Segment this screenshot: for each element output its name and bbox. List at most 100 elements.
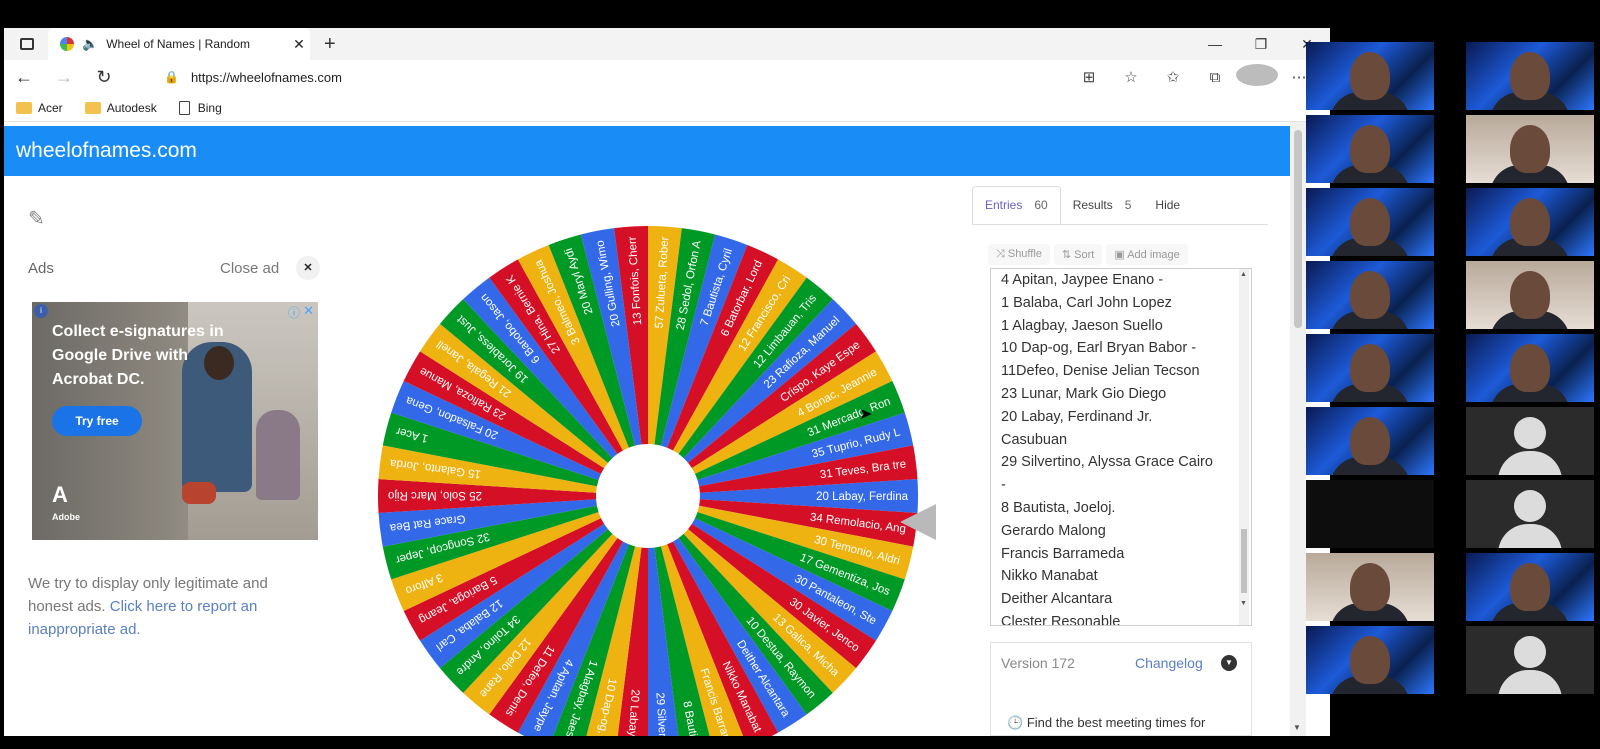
ad-choices-icon[interactable]: i bbox=[34, 304, 48, 318]
participant-video-tile[interactable] bbox=[1466, 261, 1594, 329]
participant-video-tile[interactable] bbox=[1466, 115, 1594, 183]
entry-line: Gerardo Malong bbox=[1001, 522, 1106, 539]
version-label: Version 172 bbox=[1001, 655, 1075, 671]
bookmark-acer[interactable]: Acer bbox=[16, 101, 63, 115]
participant-video-tile[interactable] bbox=[1306, 261, 1434, 329]
participant-avatar-tile[interactable] bbox=[1466, 480, 1594, 548]
tab-entries[interactable]: Entries 60 bbox=[972, 186, 1061, 224]
favorites-icon[interactable]: ✩ bbox=[1152, 68, 1194, 86]
entries-lines: 4 Apitan, Jaypee Enano - 1 Balaba, Carl J… bbox=[1001, 269, 1241, 626]
close-ad-icon[interactable]: ✕ bbox=[296, 256, 320, 280]
meeting-tip[interactable]: 🕒 Find the best meeting times for bbox=[1007, 715, 1205, 731]
sort-button[interactable]: ⇅ Sort bbox=[1053, 244, 1103, 265]
tab-label: Entries bbox=[985, 198, 1023, 212]
wheel-svg[interactable]: 20 Labay, Ferdina34 Remolacio, Ang30 Tem… bbox=[378, 226, 918, 736]
participant-video-tile[interactable] bbox=[1306, 334, 1434, 402]
close-ad-link[interactable]: Close ad bbox=[220, 260, 279, 277]
page-scroll-thumb[interactable] bbox=[1294, 130, 1302, 328]
back-arrow-icon[interactable]: ← bbox=[4, 67, 44, 88]
reload-icon[interactable]: ↻ bbox=[84, 67, 124, 88]
speaker-icon[interactable]: 🔈 bbox=[82, 36, 98, 52]
participant-face bbox=[1350, 563, 1390, 611]
participant-video-tile[interactable] bbox=[1306, 188, 1434, 256]
entries-scrollbar[interactable]: ▲ ▼ bbox=[1239, 269, 1249, 625]
chevron-down-icon[interactable]: ▼ bbox=[1221, 655, 1237, 671]
participant-video-tile[interactable] bbox=[1466, 42, 1594, 110]
participant-face bbox=[1350, 636, 1390, 684]
participant-avatar-tile[interactable] bbox=[1466, 626, 1594, 694]
entries-textarea[interactable]: 4 Apitan, Jaypee Enano - 1 Balaba, Carl J… bbox=[990, 268, 1252, 626]
restore-button[interactable]: ❐ bbox=[1238, 28, 1284, 60]
bookmark-autodesk[interactable]: Autodesk bbox=[84, 101, 157, 115]
scroll-down-icon[interactable]: ▼ bbox=[1240, 600, 1247, 607]
entry-line: 1 Balaba, Carl John Lopez bbox=[1001, 294, 1172, 311]
add-image-button[interactable]: ▣ Add image bbox=[1106, 244, 1188, 265]
page-scrollbar[interactable]: ▼ bbox=[1290, 122, 1306, 736]
minimize-button[interactable]: — bbox=[1192, 28, 1238, 60]
address-bar-row: ← → ↻ 🔒 https://wheelofnames.com ⊞ ☆ ✩ ⧉… bbox=[4, 60, 1330, 94]
scroll-down-icon[interactable]: ▼ bbox=[1293, 723, 1301, 732]
collections-icon[interactable]: ⧉ bbox=[1194, 69, 1236, 86]
ad-banner[interactable]: i ⓘ ✕ Collect e-signatures in Google Dri… bbox=[32, 302, 318, 540]
profile-icon[interactable] bbox=[1236, 64, 1278, 90]
shuffle-button[interactable]: ⤨ Shuffle bbox=[988, 244, 1050, 265]
close-tab-icon[interactable]: ✕ bbox=[288, 36, 310, 53]
new-tab-button[interactable]: + bbox=[324, 33, 336, 56]
folder-icon bbox=[16, 101, 32, 114]
ad-info-icon[interactable]: ⓘ bbox=[288, 304, 300, 321]
participant-video-tile[interactable] bbox=[1306, 115, 1434, 183]
add-favorite-icon[interactable]: ☆ bbox=[1110, 68, 1152, 86]
tab-count: 60 bbox=[1034, 198, 1048, 212]
reader-mode-icon[interactable]: ⊞ bbox=[1068, 68, 1110, 86]
entries-tabs: Entries 60 Results 5 Hide bbox=[972, 186, 1192, 224]
tab-actions-icon[interactable] bbox=[20, 38, 34, 50]
participant-avatar-tile[interactable] bbox=[1466, 407, 1594, 475]
wheel-pointer-icon bbox=[900, 504, 936, 540]
entry-line: Deither Alcantara bbox=[1001, 591, 1113, 608]
person-body-icon bbox=[1498, 451, 1562, 475]
wheel[interactable]: 20 Labay, Ferdina 34 Remolacio, Ang 30 Tem… bbox=[378, 226, 918, 736]
participant-video-tile[interactable] bbox=[1306, 42, 1434, 110]
clock-icon: 🕒 bbox=[1007, 715, 1024, 730]
lock-icon[interactable]: 🔒 bbox=[164, 70, 179, 84]
entry-line: 1 Alagbay, Jaeson Suello bbox=[1001, 317, 1163, 334]
browser-window: 🔈 Wheel of Names | Random ✕ + — ❐ ✕ ← → … bbox=[4, 28, 1330, 736]
wheel-hub[interactable] bbox=[596, 444, 700, 548]
tab-results[interactable]: Results 5 bbox=[1061, 186, 1144, 224]
participant-video-tile[interactable] bbox=[1306, 626, 1434, 694]
participant-video-tile[interactable] bbox=[1306, 407, 1434, 475]
bookmark-label: Bing bbox=[197, 100, 222, 115]
participant-video-tile[interactable] bbox=[1466, 334, 1594, 402]
entry-line: 10 Dap-og, Earl Bryan Babor - bbox=[1001, 340, 1197, 357]
tab-hide[interactable]: Hide bbox=[1143, 186, 1192, 224]
participant-video-tile[interactable] bbox=[1466, 188, 1594, 256]
participant-video-tile[interactable] bbox=[1306, 553, 1434, 621]
address-icons: ⊞ ☆ ✩ ⧉ ⋯ bbox=[1068, 60, 1320, 94]
ad-try-free-button[interactable]: Try free bbox=[52, 406, 142, 436]
url-field[interactable]: 🔒 https://wheelofnames.com bbox=[164, 64, 954, 90]
ad-close-icon[interactable]: ✕ bbox=[303, 303, 314, 319]
scroll-thumb[interactable] bbox=[1241, 529, 1247, 593]
changelog-link[interactable]: Changelog bbox=[1135, 655, 1203, 671]
forward-arrow-icon[interactable]: → bbox=[44, 67, 84, 88]
page-icon bbox=[178, 100, 190, 115]
participant-face bbox=[1350, 417, 1390, 465]
screen: 🔈 Wheel of Names | Random ✕ + — ❐ ✕ ← → … bbox=[0, 0, 1600, 749]
tab-title: Wheel of Names | Random bbox=[106, 37, 251, 51]
edit-icon[interactable]: ✎ bbox=[28, 206, 45, 231]
browser-tab[interactable]: 🔈 Wheel of Names | Random ✕ bbox=[48, 28, 310, 60]
wheel-label: 25 Solo, Marc Rijo bbox=[388, 489, 482, 501]
participant-face bbox=[1350, 198, 1390, 246]
participant-face bbox=[1510, 563, 1550, 611]
site-header[interactable]: wheelofnames.com bbox=[4, 126, 1290, 176]
participant-face bbox=[1350, 52, 1390, 100]
version-card: Version 172 Changelog ▼ 🕒 Find the best … bbox=[990, 642, 1252, 736]
bookmark-bing[interactable]: Bing bbox=[178, 100, 222, 115]
scroll-up-icon[interactable]: ▲ bbox=[1240, 271, 1247, 278]
participant-video-tile[interactable] bbox=[1306, 480, 1434, 548]
entry-line: Clester Resonable bbox=[1001, 613, 1121, 626]
ad-headline: Collect e-signatures in Google Drive wit… bbox=[52, 323, 224, 388]
participant-video-tile[interactable] bbox=[1466, 553, 1594, 621]
participant-face bbox=[1510, 52, 1550, 100]
mouse-cursor-icon: ➤ bbox=[859, 406, 873, 423]
